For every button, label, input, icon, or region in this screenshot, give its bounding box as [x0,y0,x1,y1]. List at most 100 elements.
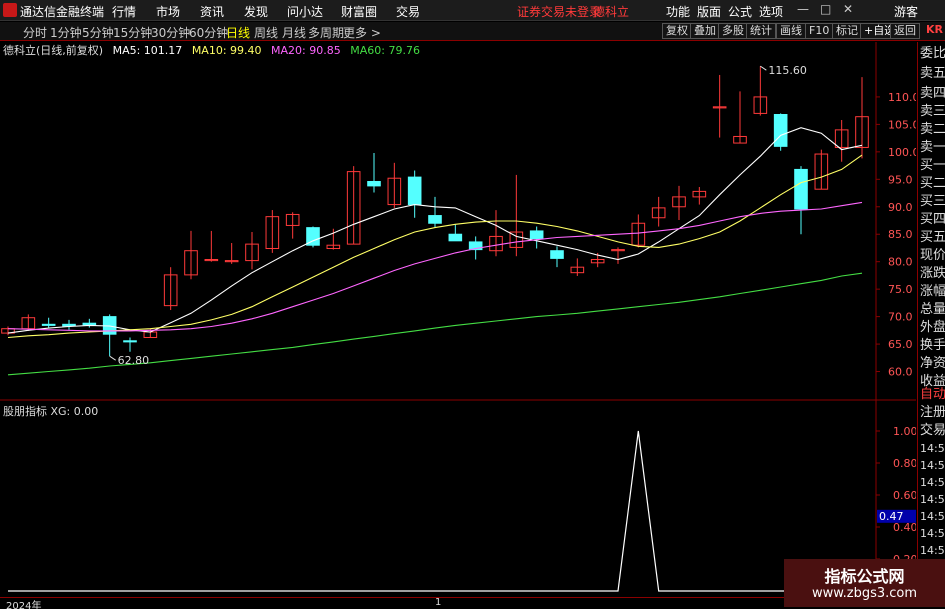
menu-wealth[interactable]: 财富圈 [341,3,377,20]
tick-time: 14:56 [920,459,945,472]
tick-time: 14:56 [920,544,945,557]
price-tick-label: 85.0 [888,228,913,241]
menu-discover[interactable]: 发现 [244,3,268,20]
period-15min[interactable]: 15分钟 [113,24,152,41]
high-marker [760,65,767,71]
app-logo-icon [3,3,17,17]
tick-time: 14:56 [920,493,945,506]
candlestick-series [1,66,869,357]
tool-draw-button[interactable]: 画线 [776,23,806,39]
ma-line-ma5 [7,127,863,334]
period-toolbar: 分时 1分钟 5分钟 15分钟 30分钟 60分钟 日线 周线 月线 多周期 更… [0,22,945,41]
period-5min[interactable]: 5分钟 [82,24,114,41]
candle-body-down [123,340,137,343]
tool-f10-button[interactable]: F10 [805,23,834,39]
indicator-line-xg [8,430,862,592]
candle-body-down [550,250,564,259]
price-tick-label: 70.0 [888,311,913,324]
period-more[interactable]: 更多 > [343,24,381,41]
period-timeshare[interactable]: 分时 [23,24,47,41]
candle-body-down [794,168,808,210]
candle-body-down [428,215,442,224]
site-watermark: 指标公式网 www.zbgs3.com [784,559,945,607]
candle-body-down [448,233,463,242]
price-tick-label: 65.0 [888,338,913,351]
price-tick-label: 100.0 [888,146,916,159]
guest-label[interactable]: 游客 [894,3,918,20]
tick-time: 14:56 [920,476,945,489]
current-value-label: 0.47 [879,510,904,523]
period-1min[interactable]: 1分钟 [50,24,82,41]
tool-stats-button[interactable]: 统计 [746,23,776,39]
ma-info-line: 德科立(日线,前复权) MA5: 101.17 MA10: 99.40 MA20… [3,42,426,57]
trade-button[interactable]: 交易 [920,419,945,442]
minimize-icon[interactable]: — [797,2,809,16]
price-tick-label: 80.0 [888,256,913,269]
tool-mark-button[interactable]: 标记 [832,23,862,39]
tool-multistock-button[interactable]: 多股 [718,23,748,39]
sub-axis-labels: 1.000.800.600.400.200.47 [877,425,916,566]
menu-formula[interactable]: 公式 [728,3,752,20]
sub-chart-axis [876,430,880,560]
ma60-value: MA60: 79.76 [350,44,420,57]
login-notice[interactable]: 证券交易未登录 [517,3,601,20]
maximize-icon[interactable]: □ [820,2,831,16]
indicator-tick-label: 0.40 [893,521,916,534]
tick-time: 14:56 [920,527,945,540]
indicator-tick-label: 1.00 [893,425,916,438]
tick-time: 14:56 [920,510,945,523]
period-30min[interactable]: 30分钟 [151,24,190,41]
kline-chart[interactable]: 110.0 105.0 100.0 95.0 90.0 85.0 80.0 75.0 70.0 6… [0,42,916,597]
tool-overlay-button[interactable]: 叠加 [690,23,720,39]
menu-function[interactable]: 功能 [666,3,690,20]
indicator-tick-label: 0.60 [893,489,916,502]
candle-body-down [407,176,422,206]
ma5-value: MA5: 101.17 [112,44,183,57]
tool-adjust-button[interactable]: 复权 [662,23,692,39]
back-button[interactable]: 返回 [890,23,920,39]
app-title: 通达信金融终端 [20,5,105,19]
price-tick-label: 90.0 [888,201,913,214]
price-tick-label: 60.0 [888,366,913,379]
menu-layout[interactable]: 版面 [697,3,721,20]
kr-label[interactable]: KR [926,23,943,36]
title-stock-name: 德科立 [593,5,630,19]
watermark-url: www.zbgs3.com [811,586,918,601]
indicator-tick-label: 0.80 [893,457,916,470]
candle-body-down [367,181,381,187]
close-icon[interactable]: ✕ [843,2,853,16]
candle-body-down [41,323,56,326]
menu-options[interactable]: 选项 [759,3,783,20]
time-year-label: 2024年 [6,601,42,609]
ma10-value: MA10: 99.40 [191,44,262,57]
menu-quotes[interactable]: 行情 [112,3,136,20]
period-daily[interactable]: 日线 [226,24,250,41]
moving-average-lines [7,127,863,376]
indicator-lines [8,430,862,592]
ma20-value: MA20: 90.85 [271,44,341,57]
menu-trade[interactable]: 交易 [396,3,420,20]
stock-title: 德科立(日线,前复权) [3,44,104,57]
time-mark-label: 1 [435,597,442,608]
low-marker [109,355,116,361]
price-tick-label: 75.0 [888,283,913,296]
menu-market[interactable]: 市场 [156,3,180,20]
candle-body-down [62,323,76,327]
title-bar: 通达信金融终端 行情 市场 资讯 发现 问小达 财富圈 交易 证券交易未登录 德… [0,0,945,21]
period-monthly[interactable]: 月线 [282,24,306,41]
high-label: 115.60 [768,64,807,77]
low-label: 62.80 [118,354,149,367]
watermark-title: 指标公式网 [824,567,905,586]
indicator-info-line: 股朋指标 XG: 0.00 [3,405,99,418]
price-tick-label: 95.0 [888,173,913,186]
price-tick-label: 110.0 [888,91,916,104]
candle-body-down [773,113,788,147]
period-multi[interactable]: 多周期 [308,24,344,41]
menu-ask[interactable]: 问小达 [287,3,323,20]
candle-body-down [529,230,544,240]
menu-news[interactable]: 资讯 [200,3,224,20]
period-weekly[interactable]: 周线 [254,24,278,41]
quote-side-panel: 委比 卖五 卖四 卖三 卖二 卖一 买一 买二 买三 买四 买五 现价 涨跌 涨… [917,42,945,597]
candle-body-down [82,322,97,326]
period-60min[interactable]: 60分钟 [189,24,228,41]
